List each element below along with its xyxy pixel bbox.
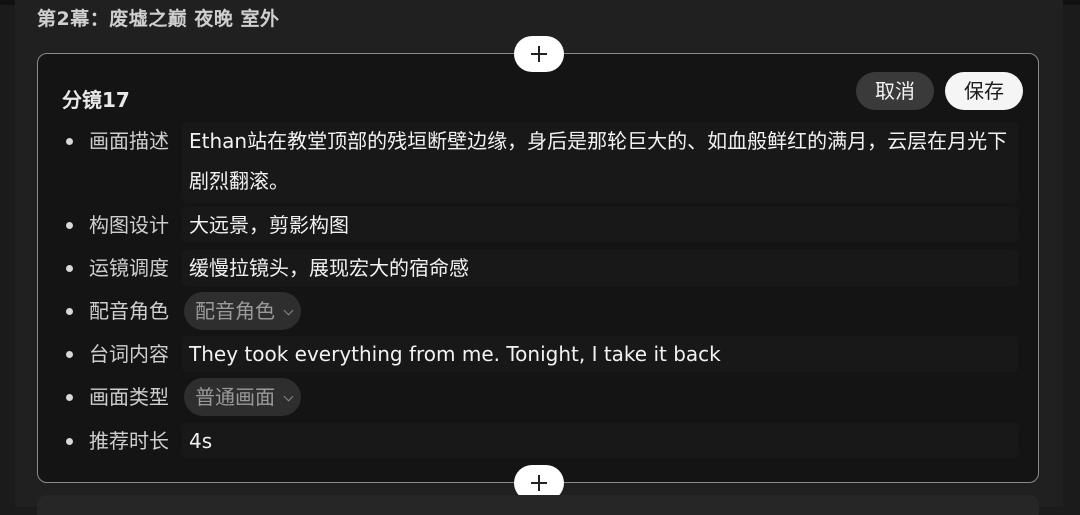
- field-label: 台词内容: [89, 342, 169, 366]
- field-label: 构图设计: [89, 213, 169, 237]
- cancel-button[interactable]: 取消: [856, 72, 934, 110]
- description-text[interactable]: Ethan站在教堂顶部的残垣断壁边缘，身后是那轮巨大的、如血般鲜红的满月，云层在…: [189, 121, 1019, 201]
- shot-card: 分镜17 取消 保存 画面描述 Ethan站在教堂顶部的残垣断壁边缘，身后是那轮…: [37, 53, 1039, 483]
- field-label: 画面类型: [89, 385, 169, 409]
- composition-text[interactable]: 大远景，剪影构图: [189, 205, 1019, 245]
- bullet: [66, 394, 73, 401]
- field-label: 画面描述: [89, 129, 169, 153]
- field-description: 画面描述 Ethan站在教堂顶部的残垣断壁边缘，身后是那轮巨大的、如血般鲜红的满…: [62, 121, 1022, 205]
- select-value: 配音角色: [195, 299, 275, 323]
- field-label: 配音角色: [89, 299, 169, 323]
- bullet: [66, 265, 73, 272]
- select-value: 普通画面: [195, 385, 275, 409]
- save-button[interactable]: 保存: [945, 72, 1023, 110]
- shot-type-select[interactable]: 普通画面: [184, 378, 301, 416]
- shot-title: 分镜17: [62, 88, 130, 112]
- field-label: 推荐时长: [89, 429, 169, 453]
- camera-movement-text[interactable]: 缓慢拉镜头，展现宏大的宿命感: [189, 248, 1019, 288]
- field-label: 运镜调度: [89, 256, 169, 280]
- next-shot-card: [37, 495, 1039, 515]
- bullet: [66, 222, 73, 229]
- scene-title: 第2幕：废墟之巅 夜晚 室外: [37, 8, 280, 30]
- chevron-down-icon: [283, 391, 294, 402]
- add-shot-above-button[interactable]: [514, 36, 564, 72]
- chevron-down-icon: [283, 305, 294, 316]
- voice-role-select[interactable]: 配音角色: [184, 292, 301, 330]
- bullet: [66, 351, 73, 358]
- bullet: [66, 308, 73, 315]
- duration-text[interactable]: 4s: [189, 421, 1019, 461]
- bullet: [66, 138, 73, 145]
- dialogue-text[interactable]: They took everything from me. Tonight, I…: [189, 334, 1019, 374]
- bullet: [66, 438, 73, 445]
